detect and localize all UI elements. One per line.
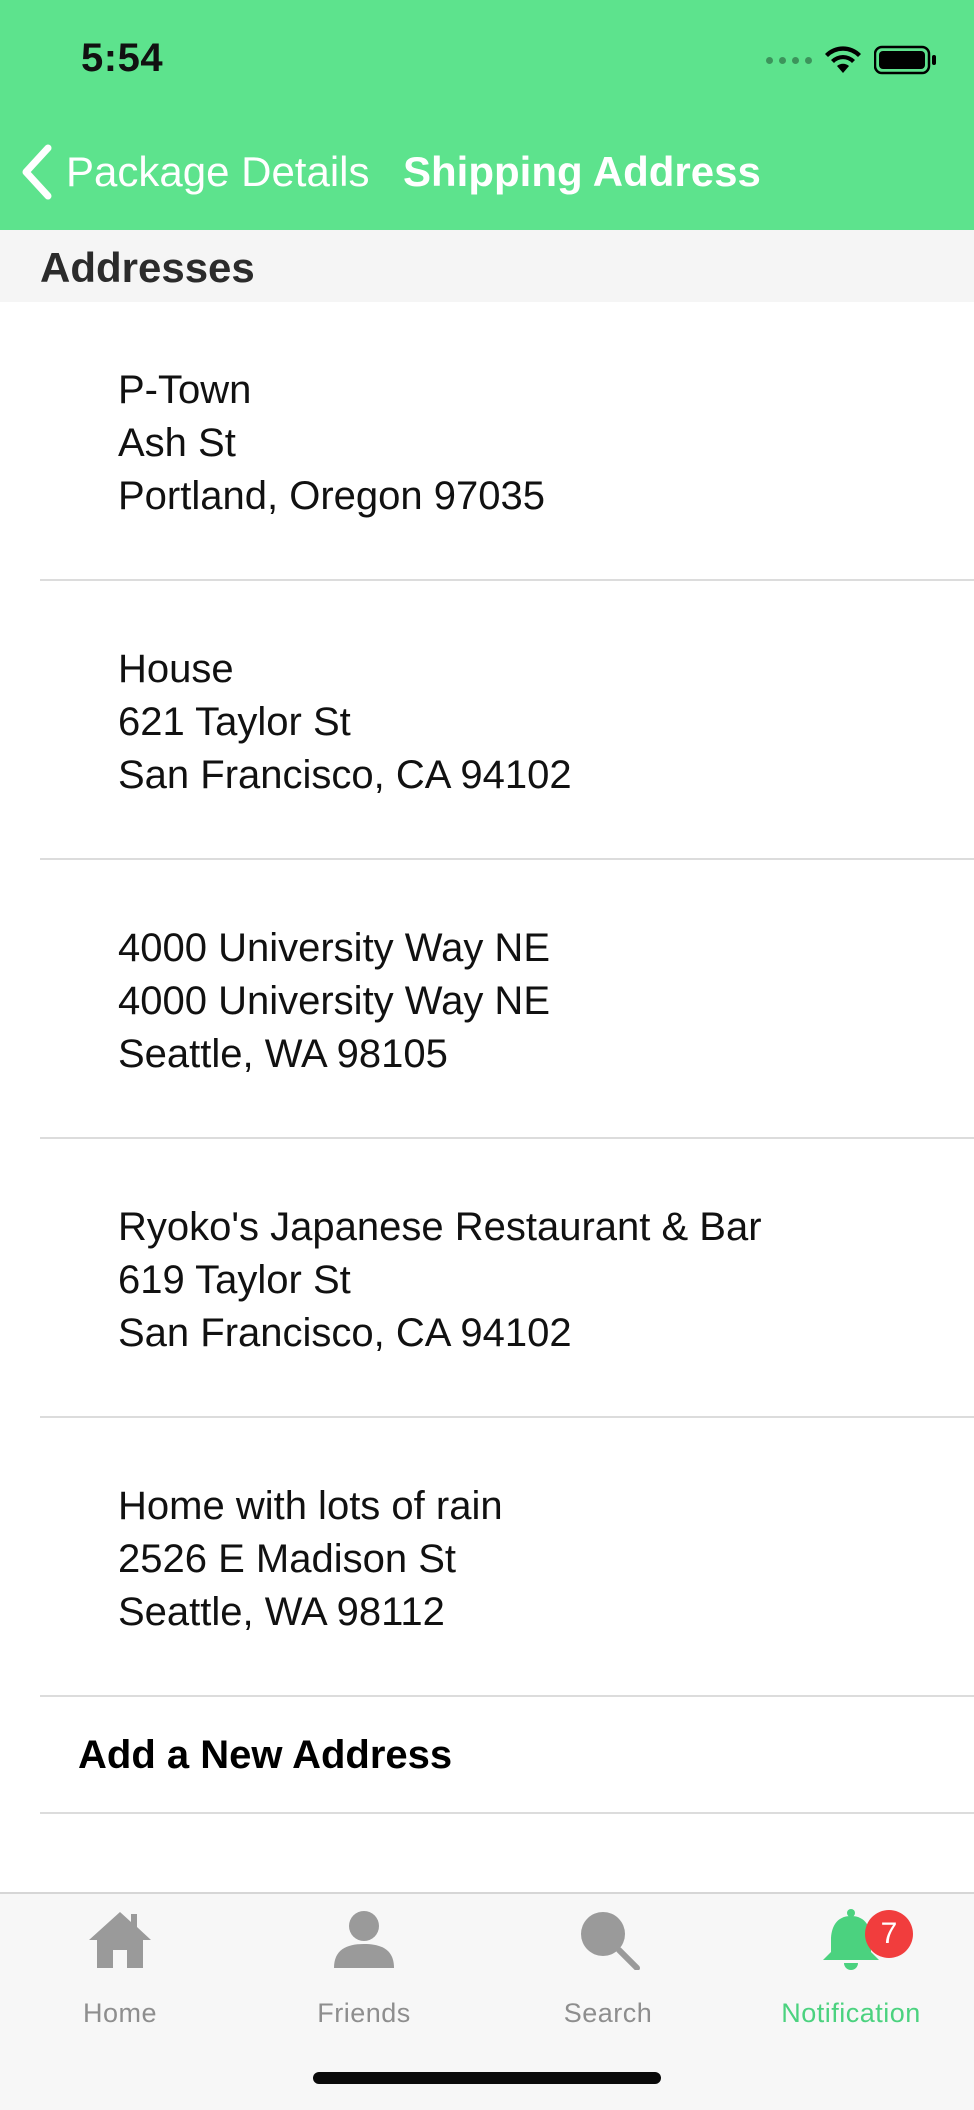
address-row[interactable]: House 621 Taylor St San Francisco, CA 94… [40,581,974,860]
section-header: Addresses [0,230,974,302]
wifi-icon [825,46,861,73]
add-address-button[interactable]: Add a New Address [40,1697,974,1814]
address-street: Ash St [118,421,236,465]
navigation-header: 5:54 Package Details Shipping Address [0,0,974,230]
tab-label: Notification [781,1998,921,2028]
page-title: Shipping Address [403,148,761,195]
status-time: 5:54 [81,36,164,80]
address-text: 4000 University Way NE 4000 University W… [118,922,550,1081]
tab-friends[interactable]: Friends [264,1908,464,2028]
back-button-label: Package Details [66,148,370,195]
address-row[interactable]: Ryoko's Japanese Restaurant & Bar 619 Ta… [40,1139,974,1418]
tab-label: Home [82,1998,158,2028]
address-street: 619 Taylor St [118,1258,351,1302]
person-icon [334,1911,394,1968]
address-text: P-Town Ash St Portland, Oregon 97035 [118,364,545,523]
chevron-left-icon [22,144,52,200]
address-street: 621 Taylor St [118,700,351,744]
add-address-label: Add a New Address [78,1733,453,1777]
address-text: House 621 Taylor St San Francisco, CA 94… [118,643,572,802]
address-name: House [118,647,234,691]
back-button[interactable]: Package Details [20,140,370,204]
tab-label: Friends [317,1998,411,2028]
tab-search[interactable]: Search [508,1908,708,2028]
notification-badge: 7 [865,1910,913,1958]
section-title: Addresses [40,244,255,291]
address-name: P-Town [118,368,252,412]
battery-icon [874,45,936,75]
tab-label: Search [563,1998,653,2028]
address-street: 4000 University Way NE [118,979,550,1023]
magnifier-icon [581,1912,640,1970]
address-name: Home with lots of rain [118,1484,503,1528]
status-icons [766,42,938,78]
address-street: 2526 E Madison St [118,1537,456,1581]
address-city: San Francisco, CA 94102 [118,1311,572,1355]
tab-home[interactable]: Home [20,1908,220,2028]
house-icon [89,1912,151,1968]
address-name: Ryoko's Japanese Restaurant & Bar [118,1205,762,1249]
address-text: Ryoko's Japanese Restaurant & Bar 619 Ta… [118,1201,762,1360]
address-city: Seattle, WA 98105 [118,1032,448,1076]
address-city: Portland, Oregon 97035 [118,474,545,518]
address-row[interactable]: P-Town Ash St Portland, Oregon 97035 [40,302,974,581]
address-row[interactable]: 4000 University Way NE 4000 University W… [40,860,974,1139]
address-city: Seattle, WA 98112 [118,1590,445,1634]
address-name: 4000 University Way NE [118,926,550,970]
address-row[interactable]: Home with lots of rain 2526 E Madison St… [40,1418,974,1697]
cellular-signal-icon [766,56,812,64]
tab-notification[interactable]: 7 Notification [751,1908,951,2028]
address-text: Home with lots of rain 2526 E Madison St… [118,1480,503,1639]
home-indicator [313,2072,661,2084]
nav-bar: Package Details Shipping Address [0,140,974,204]
address-list: P-Town Ash St Portland, Oregon 97035 Hou… [0,302,974,1814]
address-city: San Francisco, CA 94102 [118,753,572,797]
